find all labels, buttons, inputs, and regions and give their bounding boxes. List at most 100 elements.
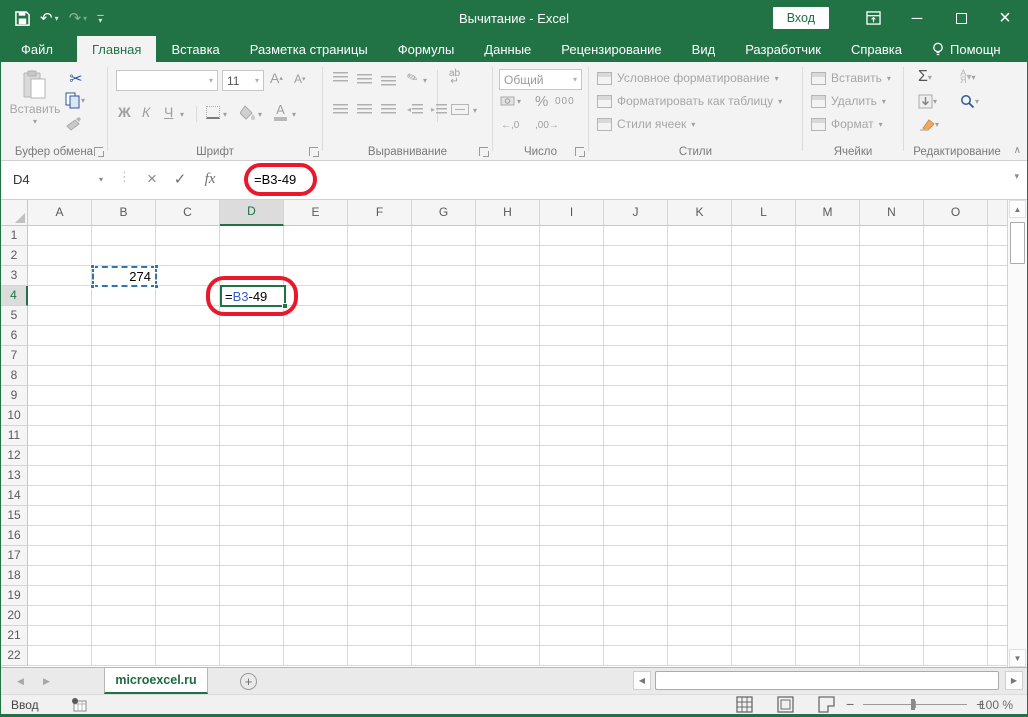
sort-filter-button[interactable]: АЯ▾▾ (960, 70, 976, 84)
number-dialog-launcher[interactable] (575, 147, 584, 156)
row-header[interactable]: 20 (1, 606, 28, 626)
column-header[interactable]: N (860, 200, 924, 226)
row-header[interactable]: 12 (1, 446, 28, 466)
tab-page-layout[interactable]: Разметка страницы (235, 36, 383, 62)
zoom-level[interactable]: 100 % (979, 698, 1013, 712)
tab-file[interactable]: Файл (1, 36, 73, 62)
column-header[interactable]: A (28, 200, 92, 226)
column-header[interactable]: F (348, 200, 412, 226)
row-header[interactable]: 15 (1, 506, 28, 526)
expand-formula-bar-icon[interactable]: ▾ (1014, 171, 1019, 182)
zoom-out-button[interactable]: − (846, 696, 854, 712)
row-header[interactable]: 9 (1, 386, 28, 406)
underline-dropdown-icon[interactable]: ▾ (180, 110, 184, 119)
tab-review[interactable]: Рецензирование (546, 36, 676, 62)
cut-button[interactable]: ✂ (65, 68, 87, 90)
font-size-dropdown-icon[interactable]: ▾ (255, 76, 259, 85)
number-format-dropdown-icon[interactable]: ▾ (573, 75, 577, 84)
percent-style-button[interactable]: % (535, 93, 548, 110)
row-header[interactable]: 19 (1, 586, 28, 606)
bold-button[interactable]: Ж (118, 104, 131, 120)
column-header[interactable]: G (412, 200, 476, 226)
italic-button[interactable]: К (142, 104, 150, 120)
insert-cells-button[interactable]: Вставить▾ (811, 71, 891, 85)
font-color-button[interactable]: А (274, 104, 287, 121)
fill-button[interactable]: ▾ (918, 94, 937, 109)
column-header[interactable]: I (540, 200, 604, 226)
fill-color-dropdown-icon[interactable]: ▾ (258, 110, 262, 119)
vertical-scrollbar[interactable]: ▲ ▼ (1007, 200, 1027, 667)
cell-b3[interactable]: 274 (92, 266, 157, 287)
select-all-corner[interactable] (1, 200, 28, 226)
tab-insert[interactable]: Вставка (156, 36, 234, 62)
font-dialog-launcher[interactable] (309, 147, 318, 156)
font-name-dropdown-icon[interactable]: ▾ (209, 76, 213, 85)
align-center-button[interactable] (357, 104, 372, 114)
tab-view[interactable]: Вид (677, 36, 731, 62)
wrap-text-button[interactable]: ab↵ (449, 70, 460, 86)
scroll-left-button[interactable]: ◀ (633, 671, 651, 690)
zoom-slider[interactable] (863, 704, 967, 705)
zoom-slider-handle[interactable] (911, 699, 915, 710)
fill-color-button[interactable] (240, 105, 256, 120)
merge-center-button[interactable] (451, 104, 469, 115)
column-header[interactable]: C (156, 200, 220, 226)
add-sheet-button[interactable]: + (240, 673, 257, 690)
align-right-button[interactable] (381, 104, 396, 114)
decrease-indent-button[interactable]: ◂ (407, 104, 423, 114)
format-cells-button[interactable]: Формат▾ (811, 117, 883, 131)
merge-dropdown-icon[interactable]: ▾ (473, 106, 477, 115)
cancel-entry-button[interactable]: × (139, 164, 165, 194)
find-select-button[interactable]: ▾ (960, 94, 979, 109)
cell-styles-button[interactable]: Стили ячеек▾ (597, 117, 695, 131)
row-header[interactable]: 16 (1, 526, 28, 546)
undo-button[interactable]: ↶▾ (40, 9, 59, 27)
column-header[interactable]: L (732, 200, 796, 226)
column-header[interactable]: B (92, 200, 156, 226)
row-header[interactable]: 1 (1, 226, 28, 246)
tab-data[interactable]: Данные (469, 36, 546, 62)
font-size-combobox[interactable]: 11▾ (222, 70, 264, 91)
row-header[interactable]: 18 (1, 566, 28, 586)
paste-button[interactable]: Вставить ▾ (9, 70, 61, 126)
page-layout-view-button[interactable] (777, 696, 794, 713)
paste-dropdown-icon[interactable]: ▾ (9, 117, 61, 126)
column-header[interactable]: J (604, 200, 668, 226)
horizontal-scrollbar[interactable]: ◀ ▶ (631, 668, 1027, 694)
comma-style-button[interactable]: 000 (555, 96, 575, 107)
scroll-right-button[interactable]: ▶ (1005, 671, 1023, 690)
enter-entry-button[interactable]: ✓ (167, 164, 193, 194)
row-header[interactable]: 6 (1, 326, 28, 346)
orientation-button[interactable]: ✎ (405, 69, 421, 88)
name-box-dropdown-icon[interactable]: ▾ (99, 175, 103, 184)
ribbon-display-options-button[interactable] (851, 0, 895, 36)
tab-home[interactable]: Главная (77, 36, 156, 62)
tab-developer[interactable]: Разработчик (730, 36, 836, 62)
accounting-format-button[interactable]: ▾ (500, 95, 521, 108)
row-header[interactable]: 8 (1, 366, 28, 386)
page-break-view-button[interactable] (818, 696, 835, 713)
sheet-tab-active[interactable]: microexcel.ru (104, 668, 208, 694)
tab-help[interactable]: Справка (836, 36, 917, 62)
clear-button[interactable]: ▾ (918, 118, 939, 131)
tab-share[interactable]: Поделиться (1016, 36, 1028, 62)
vertical-scroll-thumb[interactable] (1010, 222, 1025, 264)
redo-button[interactable]: ↷▾ (69, 9, 88, 27)
align-middle-button[interactable] (357, 74, 372, 84)
orientation-dropdown-icon[interactable]: ▾ (423, 76, 427, 85)
tab-formulas[interactable]: Формулы (383, 36, 470, 62)
underline-button[interactable]: Ч (164, 104, 173, 120)
font-color-dropdown-icon[interactable]: ▾ (292, 110, 296, 119)
next-sheet-button[interactable]: ▶ (43, 668, 50, 694)
save-button[interactable] (15, 11, 30, 26)
column-header[interactable]: H (476, 200, 540, 226)
close-button[interactable]: × (983, 0, 1027, 36)
increase-decimal-button[interactable]: ←,0 (501, 120, 519, 131)
borders-button[interactable] (206, 106, 220, 119)
format-painter-button[interactable] (65, 116, 82, 131)
scroll-up-button[interactable]: ▲ (1009, 200, 1026, 218)
row-header[interactable]: 4 (1, 286, 28, 306)
insert-function-button[interactable]: fx (197, 164, 223, 194)
undo-dropdown-icon[interactable]: ▾ (55, 14, 59, 23)
name-box[interactable]: D4 ▾ (1, 164, 113, 194)
